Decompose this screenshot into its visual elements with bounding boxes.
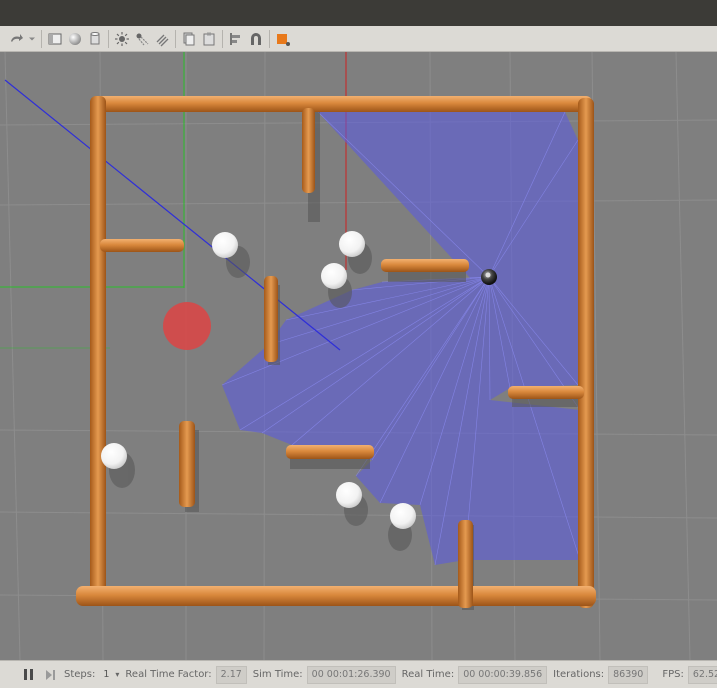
sim-time-label: Sim Time: [252, 669, 303, 680]
inner-wall [508, 386, 584, 399]
ball-obstacle [336, 482, 362, 508]
inner-wall [286, 445, 374, 459]
wall-left [90, 96, 106, 601]
iterations-value: 86390 [608, 665, 649, 684]
toolbar-divider [222, 29, 223, 48]
real-time-value: 00 00:00:39.856 [458, 665, 548, 684]
orange-view-angle-icon[interactable] [273, 29, 293, 49]
goal-target-marker [163, 302, 211, 350]
robot-lidar-top [485, 272, 491, 278]
toolbar-divider [269, 29, 270, 48]
pause-icon [23, 669, 27, 680]
steps-dropdown-icon[interactable]: ▾ [115, 670, 119, 679]
fps-label: FPS: [662, 669, 684, 680]
status-bar: Steps: 1 ▾ Real Time Factor: 2.17 Sim Ti… [0, 660, 717, 688]
pause-button[interactable] [22, 665, 34, 685]
dropdown-arrow-icon[interactable] [26, 29, 38, 49]
align-icon[interactable] [226, 29, 246, 49]
pause-icon [29, 669, 33, 680]
fps-value: 62.52 [687, 665, 717, 684]
ball-obstacle [339, 231, 365, 257]
step-forward-icon[interactable] [44, 668, 58, 682]
wall-right [578, 98, 594, 608]
inner-wall [381, 259, 469, 272]
ball-obstacle [390, 503, 416, 529]
inner-wall [458, 520, 473, 608]
steps-value[interactable]: 1 [99, 667, 113, 683]
inner-wall [179, 421, 195, 507]
toolbar-divider [108, 29, 109, 48]
sim-time-value: 00 00:01:26.390 [306, 665, 396, 684]
snap-magnet-icon[interactable] [246, 29, 266, 49]
redo-arrow-icon[interactable] [6, 29, 26, 49]
point-light-icon[interactable] [112, 29, 132, 49]
iterations-label: Iterations: [553, 669, 605, 680]
wall-bottom [76, 586, 596, 606]
directional-light-icon[interactable] [152, 29, 172, 49]
ball-obstacle [101, 443, 127, 469]
real-time-factor-label: Real Time Factor: [125, 669, 212, 680]
copy-icon[interactable] [179, 29, 199, 49]
window-title-bar [0, 0, 717, 26]
scene-canvas[interactable] [0, 52, 717, 660]
inner-wall [302, 108, 315, 193]
cylinder-shape-icon[interactable] [85, 29, 105, 49]
toolbar-divider [41, 29, 42, 48]
paste-icon[interactable] [199, 29, 219, 49]
real-time-label: Real Time: [401, 669, 455, 680]
sphere-shape-icon[interactable] [65, 29, 85, 49]
toolbar [0, 26, 717, 52]
3d-viewport[interactable] [0, 52, 717, 660]
real-time-factor-value: 2.17 [215, 665, 247, 684]
steps-label: Steps: [64, 669, 96, 680]
spot-light-icon[interactable] [132, 29, 152, 49]
inner-wall [100, 239, 184, 252]
ball-obstacle [321, 263, 347, 289]
inner-wall [264, 276, 278, 362]
ball-obstacle [212, 232, 238, 258]
wall-top [92, 96, 592, 112]
box-shape-icon[interactable] [45, 29, 65, 49]
toolbar-divider [175, 29, 176, 48]
